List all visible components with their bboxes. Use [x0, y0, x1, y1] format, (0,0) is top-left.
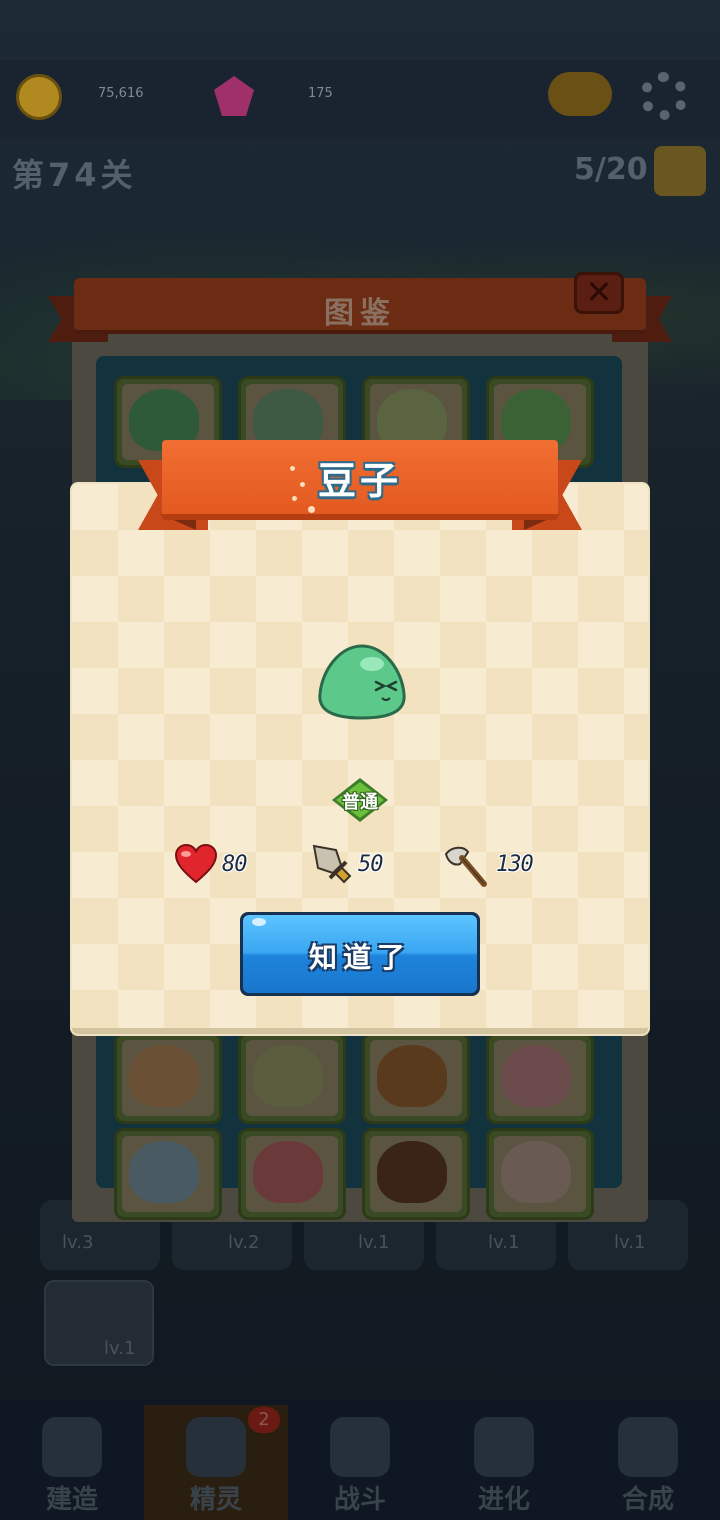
- rarity-badge: 普通: [332, 778, 388, 822]
- monster-card[interactable]: [114, 1032, 222, 1124]
- gear-icon[interactable]: [640, 72, 688, 120]
- slime-creature-icon: [318, 644, 406, 720]
- sword-icon: [312, 844, 352, 884]
- monster-card[interactable]: [238, 1032, 346, 1124]
- axe-icon: [444, 846, 487, 887]
- tab-label: 精灵: [189, 1485, 242, 1515]
- attack-value: 50: [358, 852, 383, 877]
- tab-spirit[interactable]: 2 精灵: [144, 1405, 288, 1520]
- tab-battle[interactable]: 战斗: [288, 1405, 432, 1520]
- wave-counter: 5/20: [574, 152, 648, 187]
- evolve-icon: [474, 1417, 534, 1477]
- tab-build[interactable]: 建造: [0, 1405, 144, 1520]
- tower-level: lv.1: [104, 1338, 136, 1359]
- notification-badge: 2: [248, 1407, 280, 1433]
- tab-evolve[interactable]: 进化: [432, 1405, 576, 1520]
- rarity-label: 普通: [342, 792, 378, 813]
- coin-icon: [16, 74, 62, 120]
- hero-level: lv.1: [614, 1232, 646, 1253]
- monster-name: 豆子: [317, 459, 402, 503]
- heart-icon: [174, 844, 218, 884]
- confirm-button[interactable]: 知道了: [240, 912, 480, 996]
- tab-label: 建造: [45, 1485, 98, 1515]
- vip-badge-icon[interactable]: [548, 72, 612, 116]
- title-ribbon: 豆子: [138, 436, 582, 536]
- hero-level: lv.3: [62, 1232, 94, 1253]
- hero-level: lv.1: [488, 1232, 520, 1253]
- stage-label: 第74关: [12, 156, 137, 194]
- monster-card[interactable]: [114, 1128, 222, 1220]
- confirm-button-label: 知道了: [308, 941, 411, 974]
- coin-count: 75,616: [98, 86, 144, 101]
- tab-label: 进化: [477, 1485, 530, 1515]
- tab-merge[interactable]: 合成: [576, 1405, 720, 1520]
- close-icon[interactable]: ✕: [574, 272, 624, 314]
- gem-count: 175: [308, 86, 333, 101]
- tab-label: 合成: [621, 1485, 674, 1515]
- spirit-icon: [186, 1417, 246, 1477]
- monster-wave-icon: [654, 146, 706, 196]
- monster-card[interactable]: [362, 1128, 470, 1220]
- merge-icon: [618, 1417, 678, 1477]
- hp-value: 80: [222, 852, 247, 877]
- monster-card[interactable]: [362, 1032, 470, 1124]
- monster-card[interactable]: [238, 1128, 346, 1220]
- monster-card[interactable]: [486, 1128, 594, 1220]
- swords-icon: [330, 1417, 390, 1477]
- damage-value: 130: [496, 852, 534, 877]
- tower-card[interactable]: lv.1: [44, 1280, 154, 1366]
- hero-level: lv.2: [228, 1232, 260, 1253]
- hammer-icon: [42, 1417, 102, 1477]
- hero-level: lv.1: [358, 1232, 390, 1253]
- monster-card[interactable]: [486, 1032, 594, 1124]
- tab-label: 战斗: [333, 1485, 386, 1515]
